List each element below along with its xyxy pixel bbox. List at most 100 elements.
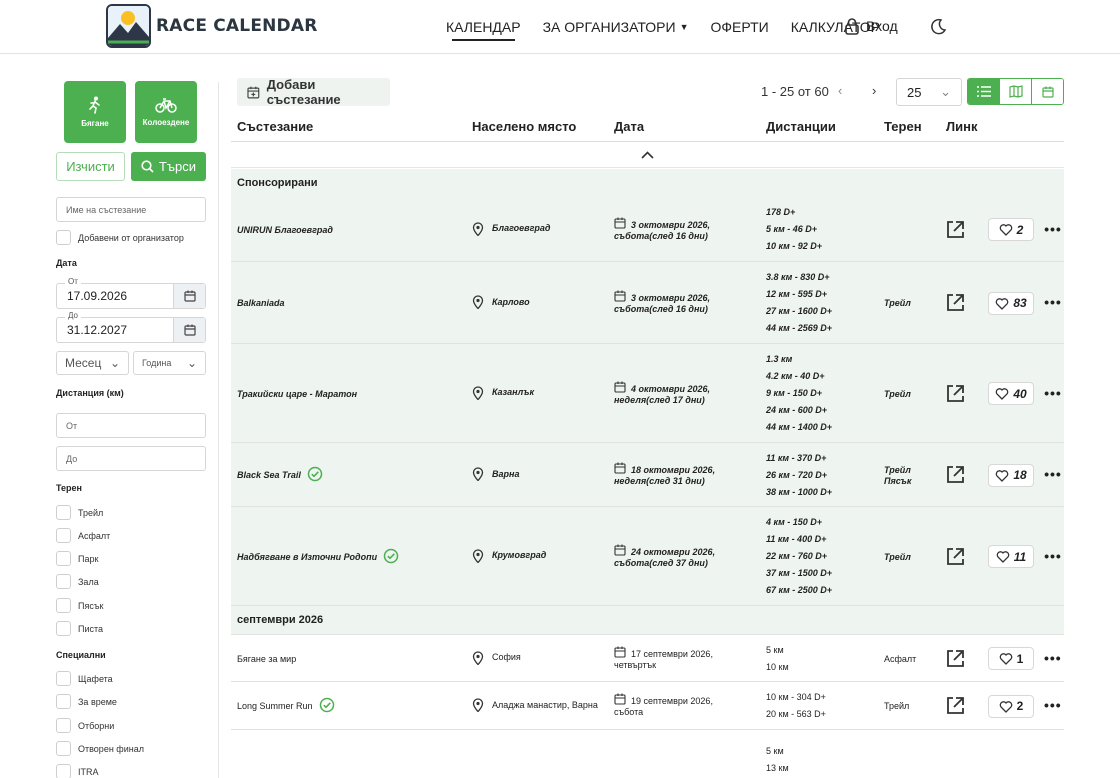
organizer-checkbox-row[interactable]: Добавени от организатор	[56, 230, 184, 245]
map-view-button[interactable]	[999, 79, 1031, 104]
date-to-field[interactable]: До 31.12.2027	[56, 311, 206, 343]
external-link-button[interactable]	[945, 648, 966, 669]
external-link-button[interactable]	[945, 292, 966, 313]
header-race[interactable]: Състезание	[237, 119, 313, 134]
nav-organizers[interactable]: ЗА ОРГАНИЗАТОРИ ▼	[543, 0, 689, 54]
date-from-picker-button[interactable]	[173, 284, 205, 308]
more-options-button[interactable]: •••	[1044, 697, 1062, 713]
race-name-link[interactable]: UNIRUN Благоевград	[237, 225, 333, 235]
group-header: Спонсорирани	[231, 169, 1064, 198]
like-button[interactable]: 18	[988, 463, 1034, 487]
special-itra-checkbox[interactable]	[56, 764, 71, 778]
external-link-button[interactable]	[945, 695, 966, 716]
date-from-field[interactable]: От 17.09.2026	[56, 277, 206, 309]
nav-offers[interactable]: ОФЕРТИ	[711, 0, 769, 54]
sport-running-button[interactable]: Бягане	[64, 81, 126, 143]
more-options-button[interactable]: •••	[1044, 385, 1062, 401]
header-terrain[interactable]: Терен	[884, 119, 922, 134]
table-row: Тракийски царе - Маратон Казанлък 4 октомв…	[231, 344, 1064, 443]
month-select[interactable]: Месец ⌄	[56, 351, 129, 375]
collapse-button[interactable]	[231, 142, 1064, 168]
terrain-item: Трейл	[884, 465, 911, 475]
clear-button[interactable]: Изчисти	[56, 152, 125, 181]
header-date[interactable]: Дата	[614, 119, 644, 134]
terrain-sand-checkbox[interactable]	[56, 598, 71, 613]
search-icon	[141, 160, 154, 173]
next-page-button[interactable]: ›	[872, 83, 876, 98]
list-view-button[interactable]	[968, 79, 999, 104]
login-button[interactable]: Вход	[844, 17, 898, 35]
header-distances[interactable]: Дистанции	[766, 119, 836, 134]
terrain-track-checkbox[interactable]	[56, 621, 71, 636]
theme-toggle[interactable]	[930, 18, 947, 40]
race-name-link[interactable]: Long Summer Run	[237, 701, 313, 711]
nav-calendar[interactable]: КАЛЕНДАР	[446, 0, 521, 54]
sport-cycling-button[interactable]: Колоездене	[135, 81, 197, 143]
more-options-button[interactable]: •••	[1044, 221, 1062, 237]
nav-calendar-label: КАЛЕНДАР	[446, 19, 521, 35]
like-button[interactable]: 83	[988, 291, 1034, 315]
special-itra-label: ITRA	[78, 766, 99, 777]
special-open-finish-row[interactable]: Отворен финал	[56, 741, 144, 756]
terrain-park-checkbox[interactable]	[56, 551, 71, 566]
race-place-cell: Варна	[472, 467, 519, 481]
like-button[interactable]: 1	[988, 647, 1034, 670]
terrain-trail-row[interactable]: Трейл	[56, 505, 103, 520]
terrain-hall-checkbox[interactable]	[56, 574, 71, 589]
race-name-link[interactable]: Тракийски царе - Маратон	[237, 389, 357, 399]
year-select[interactable]: Година ⌄	[133, 351, 206, 375]
chevron-down-icon: ⌄	[186, 356, 197, 370]
terrain-hall-row[interactable]: Зала	[56, 574, 99, 589]
special-relay-row[interactable]: Щафета	[56, 671, 113, 686]
date-to-picker-button[interactable]	[173, 318, 205, 342]
logo[interactable]: RACE CALENDAR	[106, 4, 318, 48]
race-name-link[interactable]: Black Sea Trail	[237, 470, 301, 480]
race-name-link[interactable]: Balkaniada	[237, 298, 285, 308]
header-place[interactable]: Населено място	[472, 119, 576, 134]
like-button[interactable]: 40	[988, 382, 1034, 405]
month-select-label: Месец	[65, 356, 102, 370]
prev-page-button[interactable]: ‹	[838, 83, 842, 98]
like-button[interactable]: 11	[988, 545, 1034, 568]
calendar-icon	[614, 544, 626, 556]
add-race-button[interactable]: Добави състезание	[237, 77, 390, 107]
race-date-cell: 19 септември 2026, събота	[614, 693, 754, 718]
race-name-link[interactable]: Бягане за мир	[237, 654, 296, 664]
terrain-asphalt-row[interactable]: Асфалт	[56, 528, 110, 543]
distance-from-input[interactable]: От	[56, 413, 206, 438]
distance-item: 37 км - 1500 D+	[766, 568, 833, 578]
special-team-row[interactable]: Отборни	[56, 718, 114, 733]
special-team-checkbox[interactable]	[56, 718, 71, 733]
more-options-button[interactable]: •••	[1044, 294, 1062, 310]
per-page-select[interactable]: 25 ⌄	[896, 78, 962, 106]
special-open-finish-checkbox[interactable]	[56, 741, 71, 756]
external-link-button[interactable]	[945, 546, 966, 567]
terrain-sand-row[interactable]: Пясък	[56, 598, 103, 613]
external-link-button[interactable]	[945, 219, 966, 240]
distance-to-input[interactable]: До	[56, 446, 206, 471]
organizer-checkbox[interactable]	[56, 230, 71, 245]
external-link-button[interactable]	[945, 464, 966, 485]
calendar-view-button[interactable]	[1031, 79, 1063, 104]
terrain-trail-checkbox[interactable]	[56, 505, 71, 520]
special-relay-checkbox[interactable]	[56, 671, 71, 686]
calendar-icon	[614, 646, 626, 658]
special-itra-row[interactable]: ITRA	[56, 764, 99, 778]
race-date-text: 17 септември 2026, четвъртък	[614, 648, 713, 670]
calendar-icon	[614, 462, 626, 474]
special-timed-checkbox[interactable]	[56, 694, 71, 709]
race-name-link[interactable]: Надбягване в Източни Родопи	[237, 552, 377, 562]
special-timed-row[interactable]: За време	[56, 694, 117, 709]
more-options-button[interactable]: •••	[1044, 548, 1062, 564]
like-button[interactable]: 2	[988, 218, 1034, 241]
external-link-button[interactable]	[945, 383, 966, 404]
terrain-park-row[interactable]: Парк	[56, 551, 98, 566]
search-button[interactable]: Търси	[131, 152, 206, 181]
race-name-input[interactable]: Име на състезание	[56, 197, 206, 222]
more-options-button[interactable]: •••	[1044, 466, 1062, 482]
terrain-track-row[interactable]: Писта	[56, 621, 103, 636]
like-button[interactable]: 2	[988, 694, 1034, 718]
more-options-button[interactable]: •••	[1044, 650, 1062, 666]
terrain-asphalt-checkbox[interactable]	[56, 528, 71, 543]
race-distances-cell: 1.3 км 4.2 км - 40 D+ 9 км - 150 D+ 24 км -…	[766, 344, 832, 443]
